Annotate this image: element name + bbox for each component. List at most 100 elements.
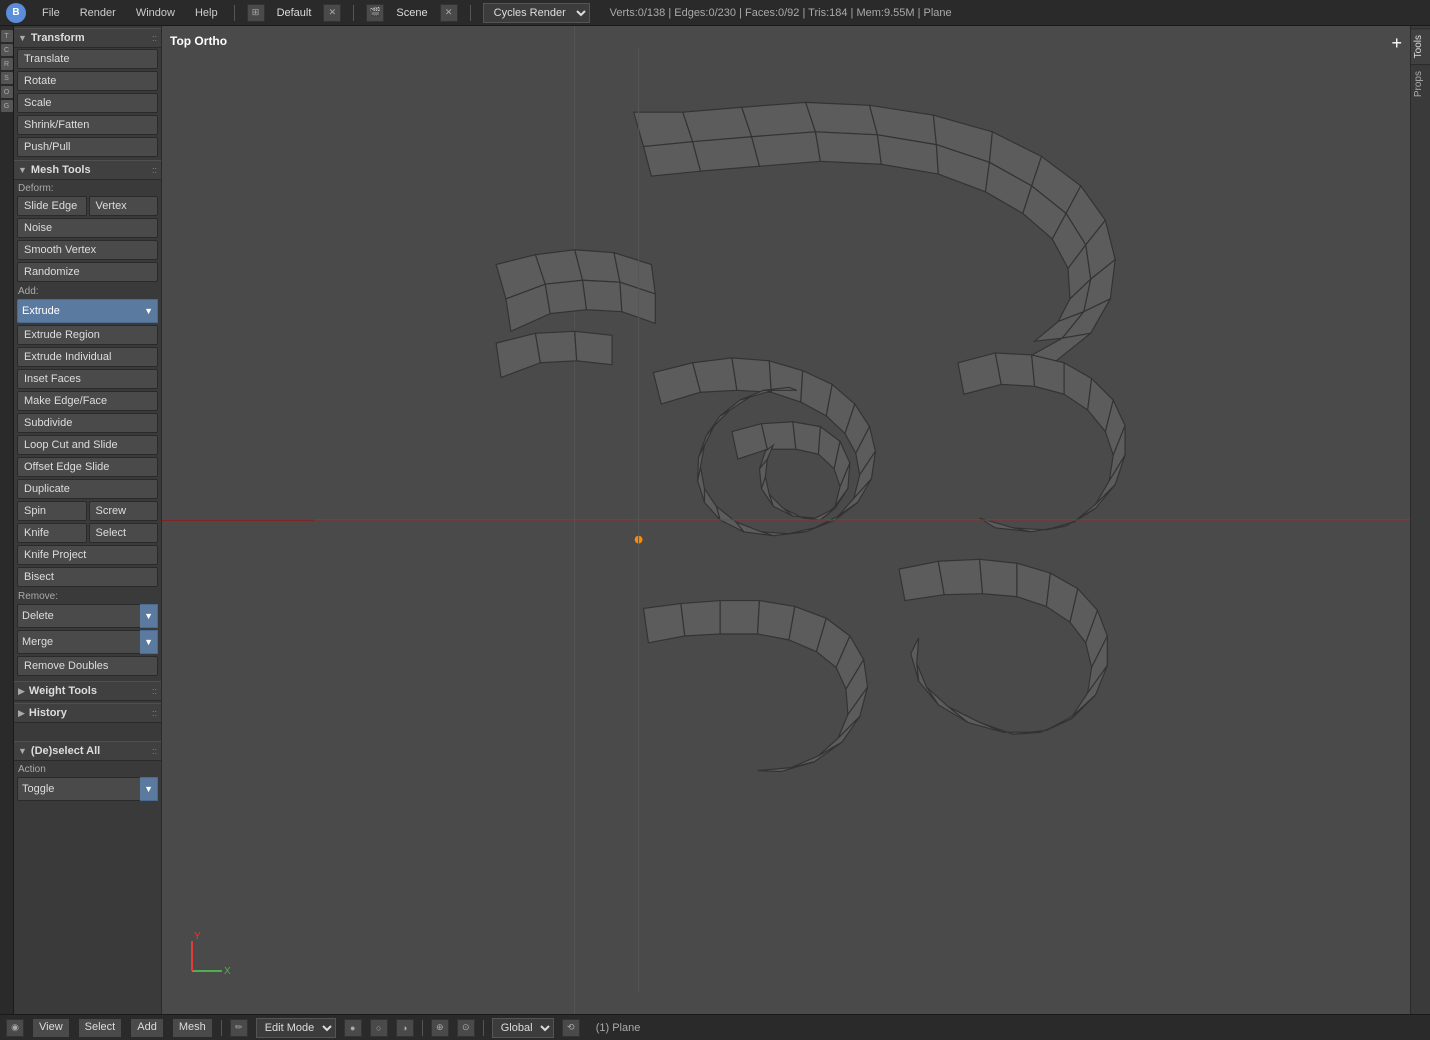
deselect-all-section-header[interactable]: ▼ (De)select All :: xyxy=(14,741,161,761)
mesh-tools-section-header[interactable]: ▼ Mesh Tools :: xyxy=(14,160,161,180)
merge-select[interactable]: Merge xyxy=(17,630,140,654)
deselect-arrow: ▼ xyxy=(18,746,27,756)
menu-help[interactable]: Help xyxy=(191,5,222,21)
tools-tab[interactable]: Tools xyxy=(1411,28,1430,64)
offset-edge-slide-button[interactable]: Offset Edge Slide xyxy=(17,457,158,477)
menu-file[interactable]: File xyxy=(38,5,64,21)
toggle-select-row: Toggle ▼ xyxy=(17,777,158,801)
transform-dots: :: xyxy=(152,33,157,43)
bisect-button[interactable]: Bisect xyxy=(17,567,158,587)
loop-cut-slide-button[interactable]: Loop Cut and Slide xyxy=(17,435,158,455)
shrink-fatten-button[interactable]: Shrink/Fatten xyxy=(17,115,158,135)
history-section-header[interactable]: ▶ History :: xyxy=(14,703,161,723)
menu-render[interactable]: Render xyxy=(76,5,120,21)
smooth-vertex-button[interactable]: Smooth Vertex xyxy=(17,240,158,260)
select-button[interactable]: Select xyxy=(78,1018,123,1038)
weight-tools-section-header[interactable]: ▶ Weight Tools :: xyxy=(14,681,161,701)
screw-button[interactable]: Screw xyxy=(89,501,159,521)
inset-faces-button[interactable]: Inset Faces xyxy=(17,369,158,389)
menu-window[interactable]: Window xyxy=(132,5,179,21)
add-button[interactable]: Add xyxy=(130,1018,164,1038)
randomize-button[interactable]: Randomize xyxy=(17,262,158,282)
noise-button[interactable]: Noise xyxy=(17,218,158,238)
push-pull-button[interactable]: Push/Pull xyxy=(17,137,158,157)
translate-button[interactable]: Translate xyxy=(17,49,158,69)
bottom-bar: ◉ View Select Add Mesh ✏ Edit Mode ● ○ ◑… xyxy=(0,1014,1430,1040)
proportional-icon[interactable]: ⊙ xyxy=(457,1019,475,1037)
3d-viewport[interactable]: Top Ortho + .mesh-face { fill: #5c5c5c; … xyxy=(162,26,1410,1014)
spin-button[interactable]: Spin xyxy=(17,501,87,521)
vertex-button[interactable]: Vertex xyxy=(89,196,159,216)
toggle-arrow[interactable]: ▼ xyxy=(140,777,158,801)
extrude-region-button[interactable]: Extrude Region xyxy=(17,325,158,345)
deform-label: Deform: xyxy=(14,180,161,195)
engine-icon[interactable]: ◉ xyxy=(6,1019,24,1037)
make-edge-face-button[interactable]: Make Edge/Face xyxy=(17,391,158,411)
spin-screw-row: Spin Screw xyxy=(17,501,158,521)
extrude-individual-button[interactable]: Extrude Individual xyxy=(17,347,158,367)
options-icon[interactable]: O xyxy=(1,86,13,98)
remove-doubles-button[interactable]: Remove Doubles xyxy=(17,656,158,676)
add-label: Add: xyxy=(14,283,161,298)
weight-tools-arrow: ▶ xyxy=(18,686,25,697)
edit-mode-select[interactable]: Edit Mode xyxy=(256,1018,336,1038)
stats-text: Verts:0/138 | Edges:0/230 | Faces:0/92 |… xyxy=(610,7,952,19)
top-bar: B File Render Window Help ⊞ Default ✕ 🎬 … xyxy=(0,0,1430,26)
slide-edge-button[interactable]: Slide Edge xyxy=(17,196,87,216)
delete-select-row: Delete ▼ xyxy=(17,604,158,628)
bottom-sep3 xyxy=(483,1020,484,1036)
mesh-tools-arrow: ▼ xyxy=(18,165,27,175)
layout-close[interactable]: ✕ xyxy=(323,4,341,22)
transform-section-header[interactable]: ▼ Transform :: xyxy=(14,28,161,48)
separator xyxy=(234,5,235,21)
toggle-select[interactable]: Toggle xyxy=(17,777,140,801)
weight-tools-dots: :: xyxy=(152,686,157,696)
view-button[interactable]: View xyxy=(32,1018,70,1038)
viewport-shading-1[interactable]: ● xyxy=(344,1019,362,1037)
edit-mode-icon[interactable]: ✏ xyxy=(230,1019,248,1037)
knife-project-button[interactable]: Knife Project xyxy=(17,545,158,565)
history-dots: :: xyxy=(152,708,157,718)
viewport-shading-3[interactable]: ◑ xyxy=(396,1019,414,1037)
knife-button[interactable]: Knife xyxy=(17,523,87,543)
action-sub-label: Action xyxy=(14,761,161,776)
transform-icon[interactable]: ⟲ xyxy=(562,1019,580,1037)
select-button[interactable]: Select xyxy=(89,523,159,543)
properties-tab[interactable]: Props xyxy=(1411,64,1430,103)
blender-logo: B xyxy=(6,3,26,23)
extrude-arrow[interactable]: ▼ xyxy=(140,299,158,323)
mesh-svg: .mesh-face { fill: #5c5c5c; stroke: #333… xyxy=(162,26,1410,1014)
tools-icon[interactable]: T xyxy=(1,30,13,42)
svg-text:Y: Y xyxy=(194,931,201,942)
global-select[interactable]: Global xyxy=(492,1018,554,1038)
main-area: T C R S O G ▼ Transform :: Translate Rot… xyxy=(0,26,1430,1014)
plane-label: (1) Plane xyxy=(596,1022,641,1034)
mesh-tools-title: Mesh Tools xyxy=(31,164,152,176)
mesh-tools-dots: :: xyxy=(152,165,157,175)
svg-text:X: X xyxy=(224,966,231,977)
extrude-select[interactable]: Extrude xyxy=(17,299,140,323)
sidebar: ▼ Transform :: Translate Rotate Scale Sh… xyxy=(14,26,162,1014)
viewport-shading-2[interactable]: ○ xyxy=(370,1019,388,1037)
slide-vertex-row: Slide Edge Vertex xyxy=(17,196,158,216)
mesh-button[interactable]: Mesh xyxy=(172,1018,213,1038)
rotate-button[interactable]: Rotate xyxy=(17,71,158,91)
scale-button[interactable]: Scale xyxy=(17,93,158,113)
render-engine-select[interactable]: Cycles Render xyxy=(483,3,590,23)
shading-icon[interactable]: S xyxy=(1,72,13,84)
scene-icon: 🎬 xyxy=(366,4,384,22)
merge-select-row: Merge ▼ xyxy=(17,630,158,654)
merge-arrow[interactable]: ▼ xyxy=(140,630,158,654)
grease-icon[interactable]: G xyxy=(1,100,13,112)
remove-label: Remove: xyxy=(14,588,161,603)
scene-close[interactable]: ✕ xyxy=(440,4,458,22)
deselect-dots: :: xyxy=(152,746,157,756)
relations-icon[interactable]: R xyxy=(1,58,13,70)
create-icon[interactable]: C xyxy=(1,44,13,56)
delete-select[interactable]: Delete xyxy=(17,604,140,628)
subdivide-button[interactable]: Subdivide xyxy=(17,413,158,433)
layout-icon-1[interactable]: ⊞ xyxy=(247,4,265,22)
delete-arrow[interactable]: ▼ xyxy=(140,604,158,628)
duplicate-button[interactable]: Duplicate xyxy=(17,479,158,499)
snap-icon[interactable]: ⊕ xyxy=(431,1019,449,1037)
